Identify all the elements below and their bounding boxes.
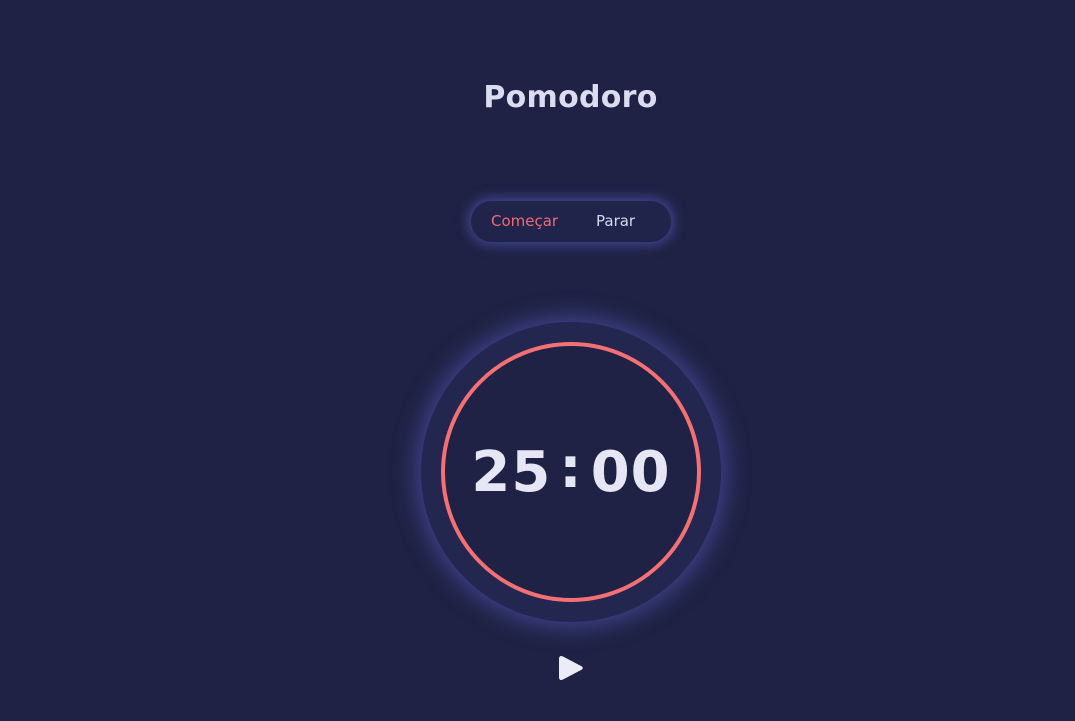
stop-mode-button[interactable]: Parar — [596, 201, 635, 242]
pomodoro-app: Pomodoro Começar Parar 25 : 00 — [0, 0, 1075, 721]
timer-seconds: 00 — [590, 439, 671, 505]
start-mode-button[interactable]: Começar — [491, 201, 558, 242]
play-icon — [559, 656, 583, 680]
mode-switch: Começar Parar — [471, 201, 671, 242]
timer-display: 25 : 00 — [421, 322, 721, 622]
play-button[interactable] — [555, 652, 587, 684]
timer-minutes: 25 — [471, 439, 552, 505]
page-title: Pomodoro — [483, 80, 658, 115]
timer-separator: : — [559, 435, 583, 501]
timer-dial: 25 : 00 — [421, 322, 721, 622]
